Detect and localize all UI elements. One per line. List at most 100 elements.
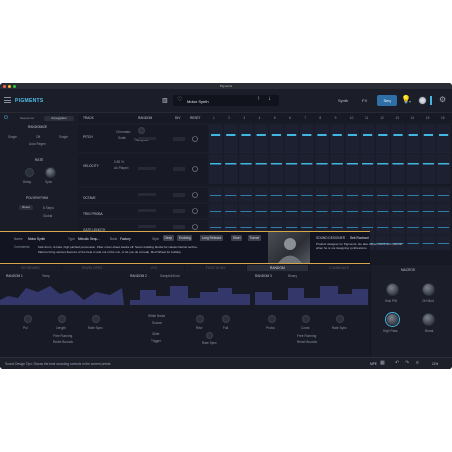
step-cell[interactable]	[406, 125, 421, 153]
tab-seq[interactable]: Seq	[377, 95, 397, 106]
prev-preset-icon[interactable]: ↑	[257, 96, 260, 102]
step-cell[interactable]	[299, 125, 314, 153]
pitch-step[interactable]	[439, 134, 449, 136]
close-window-button[interactable]	[3, 84, 6, 88]
row-step[interactable]	[240, 195, 252, 196]
step-cell[interactable]	[406, 154, 421, 184]
step-cell[interactable]	[223, 154, 238, 184]
random-amount-slider[interactable]	[138, 193, 156, 196]
row-step[interactable]	[438, 195, 450, 196]
row-step[interactable]	[270, 211, 282, 212]
tab-synth[interactable]: Synth	[338, 98, 348, 103]
r1-free-running[interactable]: Free Running	[53, 334, 72, 338]
style-tag[interactable]: Evolving	[177, 235, 193, 241]
row-step[interactable]	[210, 211, 222, 212]
velocity-step[interactable]	[255, 163, 267, 165]
row-step[interactable]	[407, 243, 419, 244]
r1-rate-knob[interactable]	[92, 315, 100, 323]
velocity-step[interactable]	[270, 163, 282, 165]
r3-reset-bounds[interactable]: Reset Bounds	[297, 340, 317, 344]
random-3-mode[interactable]: Binary	[288, 274, 297, 278]
velocity-step[interactable]	[240, 163, 252, 165]
step-cell[interactable]	[254, 125, 269, 153]
macro-4-knob[interactable]	[422, 313, 435, 326]
row-step[interactable]	[392, 195, 404, 196]
next-preset-icon[interactable]: ↓	[268, 96, 271, 102]
random-1-mode[interactable]: Temp	[42, 274, 50, 278]
pitch-step[interactable]	[271, 134, 281, 136]
pitch-step[interactable]	[241, 134, 251, 136]
row-step[interactable]	[331, 195, 343, 196]
r3-const-knob[interactable]	[302, 315, 310, 323]
random-2-mode[interactable]: Sample&Hold	[160, 274, 180, 278]
row-step[interactable]	[377, 195, 389, 196]
undo-icon[interactable]: ↶	[395, 360, 399, 366]
randomize-left-option[interactable]: Single	[8, 135, 17, 139]
reset-icon[interactable]	[192, 224, 198, 230]
step-cell[interactable]	[345, 125, 360, 153]
preset-browser[interactable]: ♡ Motor Synth ↑ ↓	[173, 95, 279, 106]
r1-length-knob[interactable]	[58, 315, 66, 323]
row-step[interactable]	[225, 211, 237, 212]
row-step[interactable]	[377, 227, 389, 228]
velocity-step[interactable]	[346, 163, 358, 165]
r2-rate-knob[interactable]	[206, 332, 213, 339]
div-select[interactable]	[173, 137, 185, 141]
step-cell[interactable]	[299, 154, 314, 184]
step-cell[interactable]	[314, 125, 330, 153]
step-cell[interactable]	[330, 125, 345, 153]
macro-3-knob[interactable]	[386, 313, 399, 326]
row-step[interactable]	[270, 195, 282, 196]
row-step[interactable]	[286, 227, 298, 228]
row-step[interactable]	[301, 227, 313, 228]
zoom-window-button[interactable]	[13, 84, 16, 88]
step-cell[interactable]	[360, 125, 375, 153]
row-step[interactable]	[407, 211, 419, 212]
menu-icon[interactable]	[4, 97, 11, 103]
pitch-step[interactable]	[363, 134, 373, 136]
row-step[interactable]	[362, 211, 374, 212]
rate-delay-knob[interactable]	[25, 168, 34, 177]
style-tag[interactable]: Short	[231, 235, 243, 241]
step-cell[interactable]	[254, 154, 269, 184]
reset-icon[interactable]	[192, 166, 198, 172]
step-cell[interactable]	[436, 154, 451, 184]
r1-reset-bounds[interactable]: Reset Bounds	[53, 340, 73, 344]
library-icon[interactable]: ▥	[162, 97, 168, 104]
velocity-step[interactable]	[422, 163, 434, 165]
auto-regen-label[interactable]: Auto Regen	[29, 142, 46, 146]
row-step[interactable]	[240, 227, 252, 228]
row-step[interactable]	[346, 211, 358, 212]
step-cell[interactable]	[375, 125, 390, 153]
randomize-right-option[interactable]: Single	[59, 135, 68, 139]
row-step[interactable]	[301, 211, 313, 212]
random-amount-slider[interactable]	[138, 209, 156, 212]
step-cell[interactable]	[208, 125, 223, 153]
velocity-step[interactable]	[286, 163, 298, 165]
row-step[interactable]	[255, 211, 267, 212]
rate-sync-knob[interactable]	[45, 167, 56, 178]
macro-2-knob[interactable]	[422, 283, 435, 296]
poly-reset-button[interactable]: Reset	[19, 205, 33, 210]
step-cell[interactable]	[238, 125, 254, 153]
step-cell[interactable]	[421, 125, 436, 153]
row-step[interactable]	[362, 195, 374, 196]
pitch-step[interactable]	[302, 134, 312, 136]
step-cell[interactable]	[360, 154, 375, 184]
row-step[interactable]	[225, 195, 237, 196]
pitch-step[interactable]	[408, 134, 418, 136]
velocity-step[interactable]	[362, 163, 374, 165]
step-cell[interactable]	[390, 125, 406, 153]
pitch-step[interactable]	[211, 134, 221, 136]
velocity-step[interactable]	[392, 163, 404, 165]
row-step[interactable]	[422, 243, 434, 244]
step-cell[interactable]	[375, 154, 390, 184]
row-step[interactable]	[407, 195, 419, 196]
velocity-step[interactable]	[316, 163, 328, 165]
div-select[interactable]	[173, 225, 185, 229]
velocity-step[interactable]	[438, 163, 450, 165]
reset-icon[interactable]	[192, 192, 198, 198]
r2-source-value[interactable]: White Noise	[148, 314, 165, 318]
row-step[interactable]	[346, 227, 358, 228]
row-step[interactable]	[286, 211, 298, 212]
